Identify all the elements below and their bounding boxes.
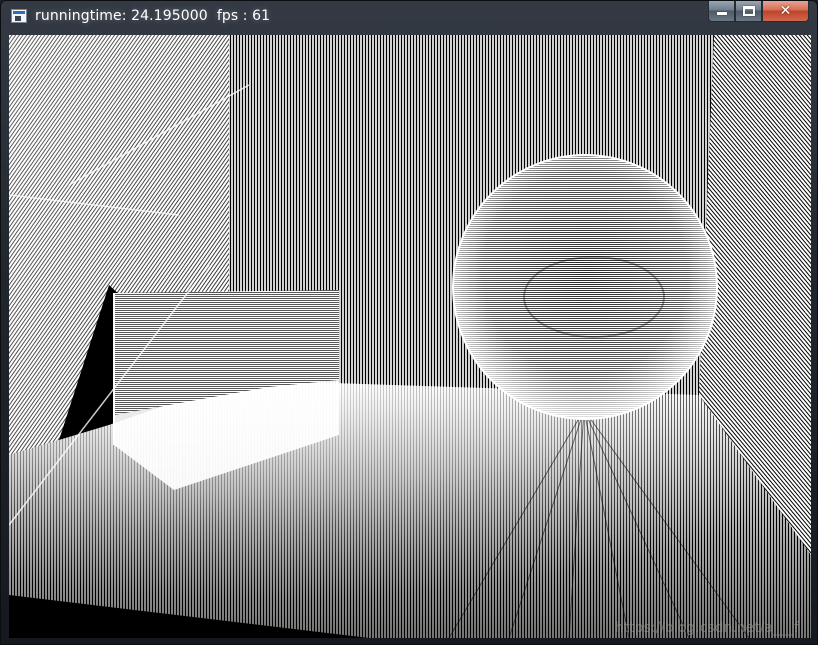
maximize-button[interactable]	[735, 1, 762, 22]
render-viewport[interactable]: https://blog.csdn.net/a___f	[9, 35, 811, 638]
caption-buttons: ✕	[708, 1, 809, 23]
close-button[interactable]: ✕	[762, 1, 809, 22]
app-window: runningtime: 24.195000 fps : 61 ✕ https:…	[0, 0, 818, 645]
minimize-icon	[717, 12, 727, 15]
close-icon: ✕	[779, 3, 792, 19]
watermark-text: https://blog.csdn.net/a___f	[614, 620, 799, 636]
sphere	[452, 154, 718, 420]
title-bar[interactable]: runningtime: 24.195000 fps : 61 ✕	[1, 1, 817, 35]
maximize-icon	[743, 6, 755, 16]
minimize-button[interactable]	[708, 1, 735, 22]
render-canvas	[9, 35, 811, 638]
app-window-icon[interactable]	[11, 9, 27, 23]
window-title: runningtime: 24.195000 fps : 61	[35, 8, 271, 24]
